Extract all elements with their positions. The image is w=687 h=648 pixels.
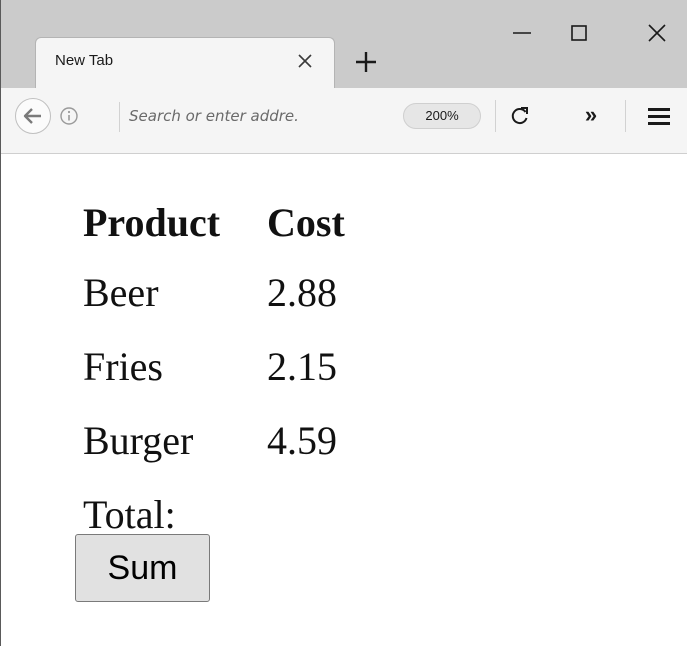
sum-button[interactable]: Sum — [75, 534, 210, 602]
cost-cell: 4.59 — [267, 417, 337, 463]
close-window-icon[interactable] — [644, 20, 670, 46]
divider — [119, 102, 120, 132]
column-header-product: Product — [83, 199, 221, 245]
table-row: Burger 4.59 — [83, 404, 345, 476]
hamburger-menu-icon[interactable] — [647, 105, 671, 127]
product-cell: Fries — [83, 343, 163, 389]
page-content: Product Cost Beer 2.88 Fries 2.15 Burger… — [1, 154, 687, 648]
back-button[interactable] — [15, 98, 51, 134]
zoom-level-badge[interactable]: 200% — [403, 103, 481, 129]
product-cost-table: Product Cost Beer 2.88 Fries 2.15 Burger… — [79, 188, 349, 552]
product-cell: Burger — [83, 417, 194, 463]
divider — [495, 100, 496, 132]
overflow-menu-button[interactable]: » — [576, 100, 606, 130]
cost-cell: 2.15 — [267, 343, 337, 389]
info-icon[interactable] — [59, 106, 79, 126]
new-tab-icon[interactable] — [353, 49, 379, 75]
tab-title: New Tab — [55, 52, 114, 69]
cost-cell: 2.88 — [267, 269, 337, 315]
back-arrow-icon — [23, 108, 41, 124]
total-value — [267, 478, 345, 550]
reload-icon[interactable] — [509, 104, 531, 128]
navigation-toolbar: 200% » — [1, 88, 687, 154]
tab-new-tab[interactable]: New Tab — [35, 37, 335, 88]
table-row: Beer 2.88 — [83, 256, 345, 328]
address-bar-input[interactable] — [129, 104, 379, 128]
column-header-cost: Cost — [267, 199, 345, 245]
product-cell: Beer — [83, 269, 159, 315]
title-bar: New Tab — [1, 0, 687, 88]
table-header-row: Product Cost — [83, 190, 345, 254]
browser-window: New Tab Search or enter addre. 200% » Pr… — [0, 0, 687, 648]
minimize-icon[interactable] — [509, 20, 535, 46]
close-tab-icon[interactable] — [294, 50, 316, 72]
table-row: Fries 2.15 — [83, 330, 345, 402]
maximize-icon[interactable] — [566, 20, 592, 46]
divider — [625, 100, 626, 132]
